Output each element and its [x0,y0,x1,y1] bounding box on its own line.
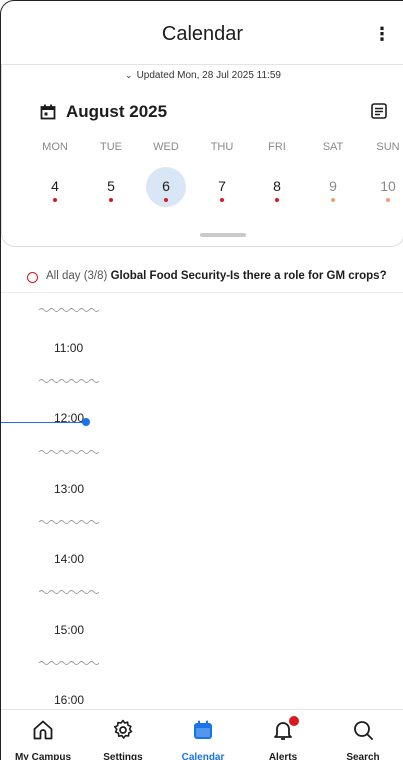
squiggle-divider [39,308,99,312]
all-day-event[interactable]: All day (3/8) Global Food Security-Is th… [1,263,403,293]
weekday-sun: SUN [376,141,400,153]
weekday-tue: TUE [100,141,122,153]
weekday-wed: WED [153,141,179,153]
week-days-row: 4 5 6 7 8 9 10 [2,165,403,209]
weekday-fri: FRI [268,141,286,153]
nav-my-campus[interactable]: My Campus [3,710,83,760]
hour-label: 11:00 [54,341,84,355]
nav-calendar[interactable]: Calendar [163,710,243,760]
gear-icon [114,719,133,739]
weekday-sat: SAT [322,141,344,153]
nav-label: Alerts [268,752,298,760]
week-calendar-card: ⌄ Updated Mon, 28 Jul 2025 11:59 August 2… [1,65,403,247]
nav-label: Search [346,752,380,760]
month-header: August 2025 [2,99,403,125]
nav-alerts[interactable]: Alerts [243,710,323,760]
day-cell[interactable]: 10 [368,167,403,207]
nav-label: Settings [103,752,143,760]
day-number: 9 [329,178,337,194]
day-timeline[interactable]: 11:00 12:00 13:00 14:00 15:00 16:00 [1,293,403,705]
day-number: 7 [218,178,226,194]
calendar-icon[interactable] [40,104,56,120]
day-cell[interactable]: 8 [257,167,297,207]
day-number: 6 [162,178,170,194]
weekday-thu: THU [210,141,234,153]
page-title: Calendar [161,23,244,45]
updated-text: Updated Mon, 28 Jul 2025 11:59 [136,70,281,81]
bottom-navigation: My Campus Settings Calendar Alerts Searc… [1,709,403,760]
event-dot [386,198,390,202]
alert-badge [289,716,299,726]
app-screen: Calendar ⋮ ⌄ Updated Mon, 28 Jul 2025 11:… [0,0,403,760]
event-dot [53,198,57,202]
event-status-ring-icon [27,272,38,283]
month-label[interactable]: August 2025 [66,102,167,122]
list-view-icon[interactable] [371,103,387,119]
weekday-mon: MON [42,141,68,153]
weekday-header-row: MON TUE WED THU FRI SAT SUN [2,141,403,157]
day-cell-selected[interactable]: 6 [146,167,186,207]
squiggle-divider [39,590,99,594]
squiggle-divider [39,450,99,454]
nav-label: Calendar [181,752,225,760]
event-dot [164,198,168,202]
hour-label: 15:00 [54,623,85,637]
hour-label: 16:00 [54,693,85,705]
drag-handle[interactable] [200,233,246,237]
event-dot [275,198,279,202]
event-title: Global Food Security-Is there a role for… [110,270,387,282]
squiggle-divider [39,661,99,665]
day-number: 10 [380,178,396,194]
day-number: 4 [51,178,59,194]
current-time-line [1,422,86,423]
current-time-dot [82,418,90,426]
nav-label: My Campus [14,752,72,760]
event-dot [109,198,113,202]
day-cell[interactable]: 9 [313,167,353,207]
squiggle-divider [39,520,99,524]
search-icon [354,721,373,740]
all-day-label: All day (3/8) [46,270,108,282]
day-number: 8 [273,178,281,194]
more-vertical-icon[interactable]: ⋮ [370,20,394,48]
calendar-icon [194,720,212,739]
nav-settings[interactable]: Settings [83,710,163,760]
updated-status[interactable]: ⌄ Updated Mon, 28 Jul 2025 11:59 [2,70,403,81]
day-number: 5 [107,178,115,194]
squiggle-divider [39,379,99,383]
chevron-down-icon: ⌄ [125,70,133,80]
hour-label: 13:00 [54,482,85,496]
nav-search[interactable]: Search [323,710,403,760]
day-cell[interactable]: 5 [91,167,131,207]
all-day-event-text: All day (3/8) Global Food Security-Is th… [46,270,387,282]
home-icon [33,720,53,740]
app-bar: Calendar ⋮ [1,1,403,65]
day-cell[interactable]: 7 [202,167,242,207]
event-dot [220,198,224,202]
day-cell[interactable]: 4 [35,167,75,207]
event-dot [331,198,335,202]
hour-label: 14:00 [54,552,85,566]
